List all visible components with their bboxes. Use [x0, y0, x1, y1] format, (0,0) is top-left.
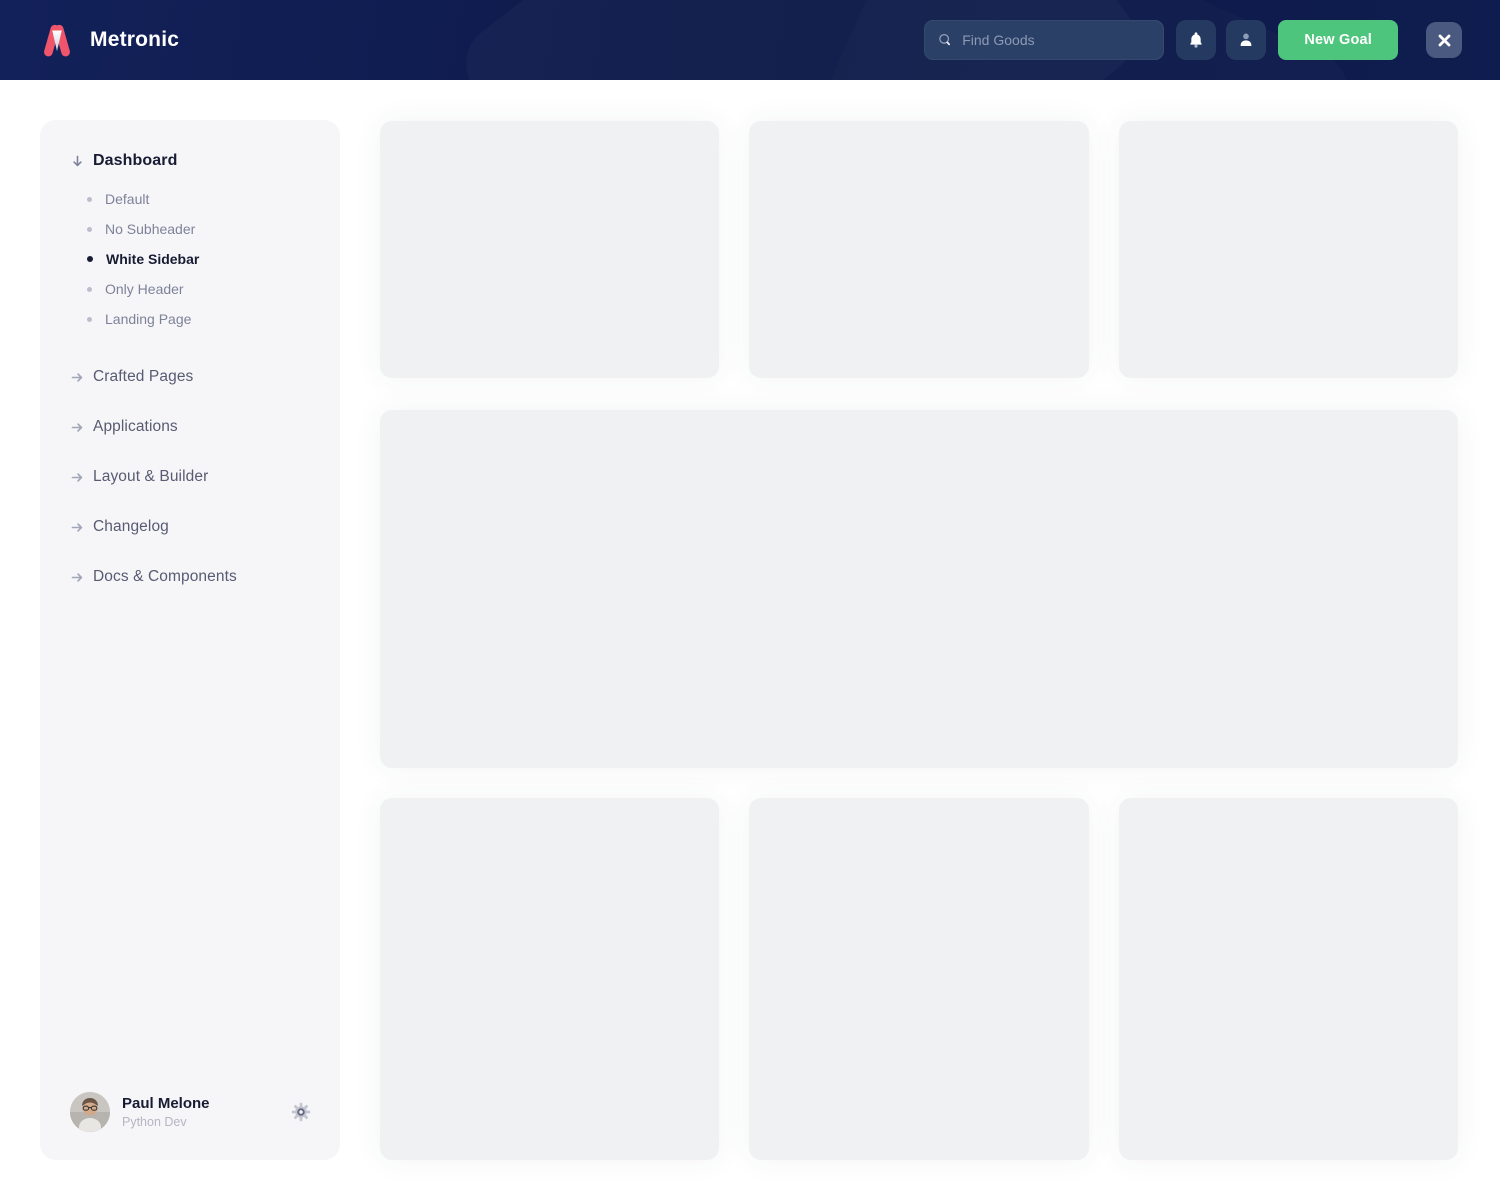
arrow-down-icon — [70, 154, 85, 169]
metronic-logo-icon — [44, 24, 70, 57]
bullet-icon — [87, 226, 92, 232]
top-header: Metronic New Goal — [0, 0, 1500, 80]
sidebar-item-changelog[interactable]: Changelog — [70, 502, 340, 552]
user-meta: Paul Melone Python Dev — [122, 1095, 276, 1130]
brand-name: Metronic — [90, 28, 180, 51]
bullet-icon — [87, 256, 93, 262]
close-icon — [1438, 34, 1450, 46]
sidebar-item-layout-builder[interactable]: Layout & Builder — [70, 452, 340, 502]
top-card-row — [380, 121, 1458, 378]
bullet-icon — [87, 196, 92, 202]
arrow-right-icon — [70, 570, 85, 585]
search-box[interactable] — [924, 20, 1165, 60]
sidebar: Dashboard Default No Subheader White Sid… — [40, 120, 340, 1160]
settings-button[interactable] — [288, 1099, 314, 1125]
close-button[interactable] — [1426, 22, 1462, 58]
placeholder-card — [749, 121, 1089, 378]
arrow-right-icon — [70, 420, 85, 435]
placeholder-card — [380, 121, 720, 378]
user-role: Python Dev — [122, 1115, 187, 1130]
arrow-right-icon — [70, 520, 85, 535]
sidebar-subitem-landing-page[interactable]: Landing Page — [70, 304, 340, 334]
placeholder-card-wide — [380, 410, 1458, 768]
placeholder-card — [1118, 798, 1458, 1160]
placeholder-card — [749, 798, 1089, 1160]
bullet-icon — [87, 286, 92, 292]
arrow-right-icon — [70, 370, 85, 385]
sidebar-subitem-no-subheader[interactable]: No Subheader — [70, 214, 340, 244]
placeholder-card — [380, 798, 720, 1160]
dashboard-submenu: Default No Subheader White Sidebar Only … — [70, 184, 340, 334]
user-profile[interactable]: Paul Melone Python Dev — [70, 1092, 314, 1132]
bullet-icon — [87, 316, 92, 322]
avatar — [70, 1092, 110, 1132]
bell-icon — [1190, 32, 1202, 48]
sidebar-item-dashboard[interactable]: Dashboard — [70, 148, 340, 174]
user-name: Paul Melone — [122, 1094, 210, 1112]
sidebar-item-docs-components[interactable]: Docs & Components — [70, 552, 340, 602]
account-button[interactable] — [1226, 20, 1267, 60]
sidebar-subitem-white-sidebar[interactable]: White Sidebar — [70, 244, 340, 274]
sidebar-item-applications[interactable]: Applications — [70, 402, 340, 452]
search-icon — [939, 33, 951, 46]
sidebar-item-label: Dashboard — [93, 152, 178, 169]
sidebar-subitem-default[interactable]: Default — [70, 184, 340, 214]
search-input[interactable] — [962, 32, 1152, 48]
notifications-button[interactable] — [1176, 20, 1217, 60]
bottom-card-row — [380, 798, 1458, 1160]
new-goal-button[interactable]: New Goal — [1278, 20, 1398, 60]
person-icon — [1240, 33, 1252, 46]
sidebar-subitem-only-header[interactable]: Only Header — [70, 274, 340, 304]
sidebar-item-crafted-pages[interactable]: Crafted Pages — [70, 352, 340, 402]
gear-icon — [291, 1102, 311, 1122]
placeholder-card — [1118, 121, 1458, 378]
content-area — [380, 121, 1458, 1160]
arrow-right-icon — [70, 470, 85, 485]
sidebar-nav: Dashboard Default No Subheader White Sid… — [40, 120, 340, 602]
brand[interactable]: Metronic — [38, 21, 179, 59]
